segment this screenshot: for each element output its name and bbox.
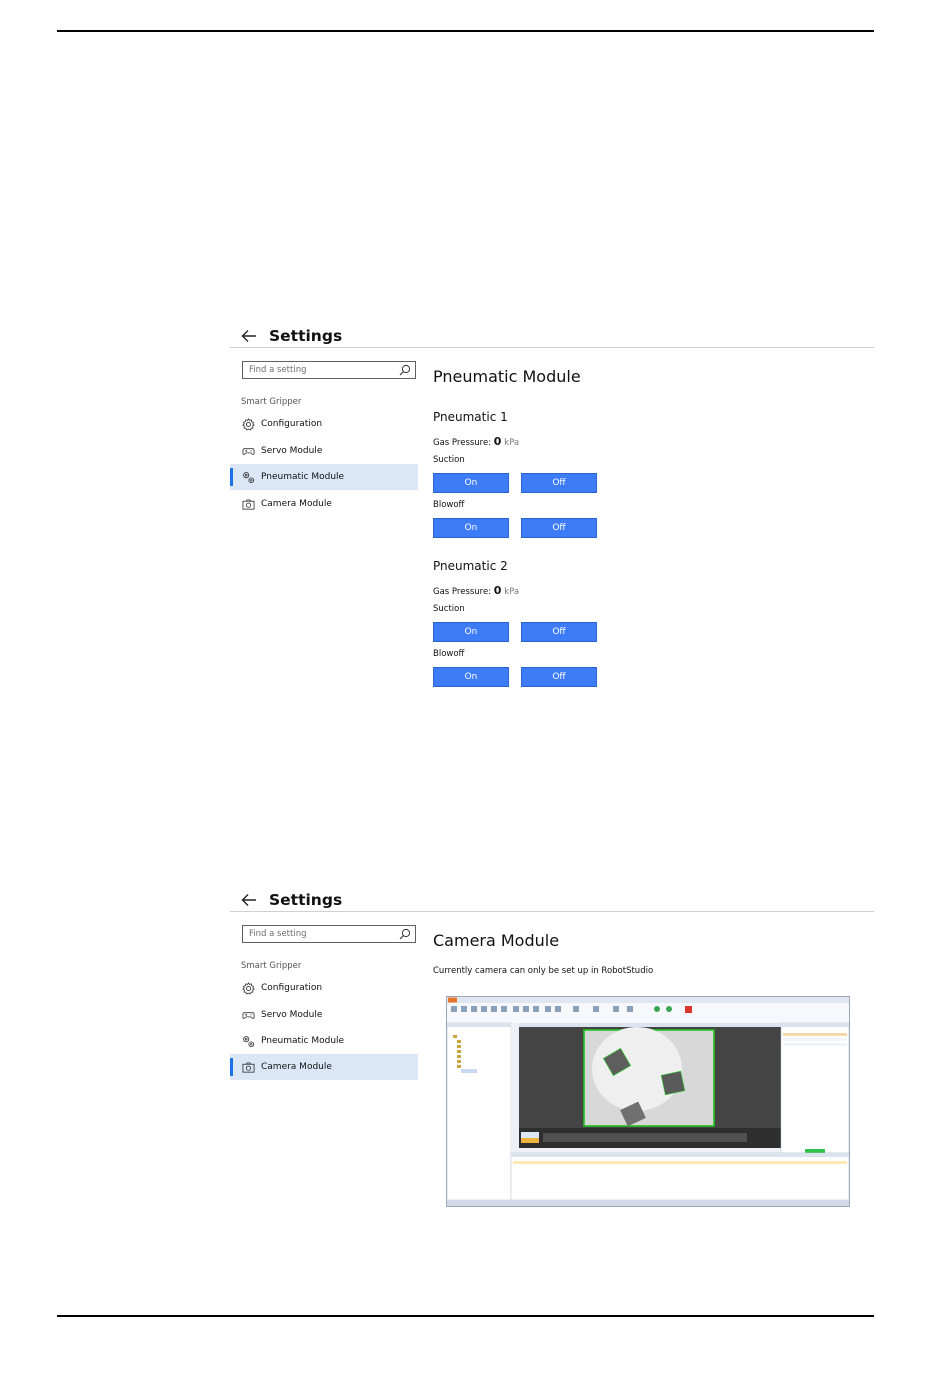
sidebar-item-camera-module[interactable]: Camera Module (230, 1054, 418, 1080)
sidebar-item-camera-module[interactable]: Camera Module (230, 491, 418, 517)
gas-pressure-value: 0 (493, 584, 502, 597)
gas-pressure-2: Gas Pressure: 0 kPa (433, 584, 519, 597)
sidebar-item-pneumatic-module[interactable]: Pneumatic Module (230, 1028, 418, 1054)
camera-icon (242, 498, 255, 510)
gear-icon (242, 417, 255, 431)
gas-pressure-value: 0 (493, 435, 502, 448)
section-title-pneumatic-1: Pneumatic 1 (433, 410, 508, 424)
active-indicator (230, 468, 233, 486)
gears-icon (243, 471, 255, 483)
sidebar-item-label: Camera Module (261, 499, 332, 509)
settings-title: Settings (269, 891, 343, 909)
blowoff-label: Blowoff (433, 649, 465, 659)
sidebar-item-label: Pneumatic Module (261, 1036, 345, 1046)
pneumatic-2-suction-off-button[interactable]: Off (521, 622, 597, 642)
camera-icon (242, 1061, 255, 1073)
pneumatic-2-blowoff-on-button[interactable]: On (433, 667, 509, 687)
gas-pressure-label: Gas Pressure: (433, 587, 492, 597)
gear-icon (242, 981, 255, 995)
sidebar-item-label: Pneumatic Module (261, 472, 345, 482)
nav-group-label: Smart Gripper (241, 961, 302, 971)
settings-title: Settings (269, 327, 343, 345)
nav-group-label: Smart Gripper (241, 397, 302, 407)
settings-header: Settings (230, 887, 342, 913)
active-indicator (230, 1058, 233, 1076)
sidebar-item-label: Configuration (261, 419, 323, 429)
robotstudio-image (447, 997, 849, 1206)
pneumatic-2-blowoff-off-button[interactable]: Off (521, 667, 597, 687)
header-divider (230, 347, 874, 348)
sidebar-item-label: Servo Module (261, 1010, 323, 1020)
sidebar-item-servo-module[interactable]: Servo Module (230, 1002, 418, 1028)
sidebar-item-configuration[interactable]: Configuration (230, 411, 418, 437)
suction-label: Suction (433, 455, 465, 465)
pneumatic-1-blowoff-off-button[interactable]: Off (521, 518, 597, 538)
suction-label: Suction (433, 604, 465, 614)
gas-pressure-unit: kPa (504, 587, 520, 597)
top-rule (57, 30, 874, 32)
gears-icon (243, 1035, 255, 1047)
sidebar-item-servo-module[interactable]: Servo Module (230, 438, 418, 464)
search-input[interactable] (249, 929, 389, 939)
bottom-rule (57, 1315, 874, 1317)
back-arrow-icon[interactable] (239, 326, 259, 346)
gas-pressure-label: Gas Pressure: (433, 438, 492, 448)
section-title-pneumatic-2: Pneumatic 2 (433, 559, 508, 573)
pneumatic-1-blowoff-on-button[interactable]: On (433, 518, 509, 538)
gamepad-icon (242, 447, 255, 455)
gas-pressure-1: Gas Pressure: 0 kPa (433, 435, 519, 448)
search-box[interactable] (242, 925, 416, 943)
blowoff-label: Blowoff (433, 500, 465, 510)
sidebar-item-label: Configuration (261, 983, 323, 993)
pneumatic-1-suction-off-button[interactable]: Off (521, 473, 597, 493)
search-box[interactable] (242, 361, 416, 379)
search-icon[interactable] (399, 364, 411, 376)
camera-note: Currently camera can only be set up in R… (433, 966, 654, 976)
page-title: Camera Module (433, 931, 560, 950)
pneumatic-1-suction-on-button[interactable]: On (433, 473, 509, 493)
search-icon[interactable] (399, 928, 411, 940)
gamepad-icon (242, 1011, 255, 1019)
pneumatic-2-suction-on-button[interactable]: On (433, 622, 509, 642)
page-title: Pneumatic Module (433, 367, 581, 386)
robotstudio-screenshot (446, 996, 850, 1207)
search-input[interactable] (249, 365, 389, 375)
gas-pressure-unit: kPa (504, 438, 520, 448)
sidebar-item-pneumatic-module[interactable]: Pneumatic Module (230, 464, 418, 490)
back-arrow-icon[interactable] (239, 890, 259, 910)
header-divider (230, 911, 874, 912)
sidebar-item-configuration[interactable]: Configuration (230, 975, 418, 1001)
sidebar-item-label: Servo Module (261, 446, 323, 456)
settings-screenshot-pneumatic: Settings Smart Gripper Configuration Ser… (230, 323, 874, 703)
sidebar-item-label: Camera Module (261, 1062, 332, 1072)
settings-header: Settings (230, 323, 342, 349)
